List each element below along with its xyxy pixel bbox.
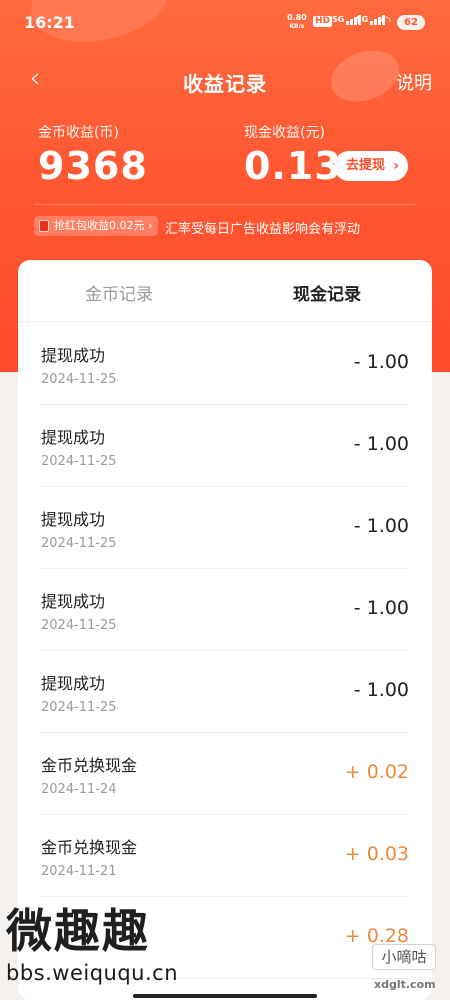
red-packet-text: 抢红包收益0.02元: [54, 219, 145, 232]
divider: [34, 204, 416, 205]
wifi-icon: ◠: [380, 14, 392, 29]
record-title: 金币兑换现金: [41, 756, 138, 775]
record-amount: + 0.02: [344, 761, 409, 783]
records-list: 提现成功 2024-11-25 - 1.00 提现成功 2024-11-25 -…: [41, 323, 409, 979]
red-packet-icon: [39, 220, 49, 232]
network-speed-unit: KB/s: [289, 23, 305, 30]
hd-icon: HD: [313, 16, 333, 27]
chevron-right-icon: ›: [393, 158, 399, 174]
coin-earnings-label: 金币收益(币): [38, 125, 119, 141]
tab-coin-records[interactable]: 金币记录: [85, 280, 153, 305]
network-speed: 0.80 KB/s: [287, 13, 307, 31]
list-item: 金币兑换现金 2024-11-21 + 0.03: [41, 815, 409, 897]
coin-earnings-value: 9368: [38, 144, 148, 188]
record-amount: - 1.00: [353, 597, 409, 619]
record-amount: - 1.00: [353, 679, 409, 701]
record-date: 2024-11-25: [41, 618, 117, 633]
nav-bar: ‹ 收益记录 说明: [0, 56, 450, 104]
signal-label: 5G: [332, 15, 345, 24]
home-indicator[interactable]: [133, 994, 317, 998]
records-card: 金币记录 现金记录 提现成功 2024-11-25 - 1.00 提现成功 20…: [18, 260, 432, 1000]
record-title: 提现成功: [41, 510, 106, 529]
network-speed-value: 0.80: [287, 13, 307, 22]
record-date: 2024-11-25: [41, 700, 117, 715]
record-title: 提现成功: [41, 428, 106, 447]
list-item: 提现成功 2024-11-25 - 1.00: [41, 651, 409, 733]
tab-cash-records[interactable]: 现金记录: [293, 280, 361, 305]
record-title: 提现成功: [41, 674, 106, 693]
cash-earnings-label: 现金收益(元): [244, 125, 325, 141]
list-item: 提现成功 2024-11-25 - 1.00: [41, 487, 409, 569]
watermark-site: xdglt.com: [374, 978, 436, 991]
record-tabs: 金币记录 现金记录: [18, 260, 432, 322]
watermark-url: bbs.weiququ.cn: [6, 961, 179, 985]
list-item: 金币兑换现金 2024-11-24 + 0.02: [41, 733, 409, 815]
cash-earnings-value: 0.13: [244, 144, 342, 188]
watermark-logo-text: 微趣趣: [6, 904, 150, 958]
red-packet-earnings-pill[interactable]: 抢红包收益0.02元 ›: [34, 216, 159, 236]
withdraw-label: 去提现: [346, 158, 386, 173]
withdraw-button[interactable]: 去提现 ›: [334, 151, 408, 181]
watermark-right: 小嘀咕 xdglt.com: [364, 926, 444, 992]
record-date: 2024-11-25: [41, 454, 117, 469]
watermark-badge: 小嘀咕: [372, 944, 436, 970]
record-date: 2024-11-24: [41, 782, 117, 797]
page-title: 收益记录: [183, 72, 267, 96]
signal-label: 5G: [356, 15, 369, 24]
help-link[interactable]: 说明: [396, 69, 432, 95]
watermark-left: 微趣趣 bbs.weiququ.cn: [6, 905, 206, 995]
record-title: 金币兑换现金: [41, 838, 138, 857]
exchange-rate-notice: 汇率受每日广告收益影响会有浮动: [165, 222, 361, 237]
list-item: 提现成功 2024-11-25 - 1.00: [41, 405, 409, 487]
battery-icon: 62: [397, 15, 425, 30]
record-date: 2024-11-25: [41, 372, 117, 387]
record-amount: - 1.00: [353, 433, 409, 455]
chevron-right-icon: ›: [148, 219, 153, 232]
record-amount: + 0.03: [344, 843, 409, 865]
record-title: 提现成功: [41, 346, 106, 365]
record-date: 2024-11-25: [41, 536, 117, 551]
record-title: 提现成功: [41, 592, 106, 611]
record-date: 2024-11-21: [41, 864, 117, 879]
status-bar: 16:21 0.80 KB/s HD 5G 5G ◠ 62: [0, 0, 450, 44]
info-row: 抢红包收益0.02元 › 汇率受每日广告收益影响会有浮动: [34, 216, 434, 238]
list-item: 提现成功 2024-11-25 - 1.00: [41, 569, 409, 651]
list-item: 提现成功 2024-11-25 - 1.00: [41, 323, 409, 405]
status-time: 16:21: [24, 13, 75, 32]
record-amount: - 1.00: [353, 351, 409, 373]
record-amount: - 1.00: [353, 515, 409, 537]
